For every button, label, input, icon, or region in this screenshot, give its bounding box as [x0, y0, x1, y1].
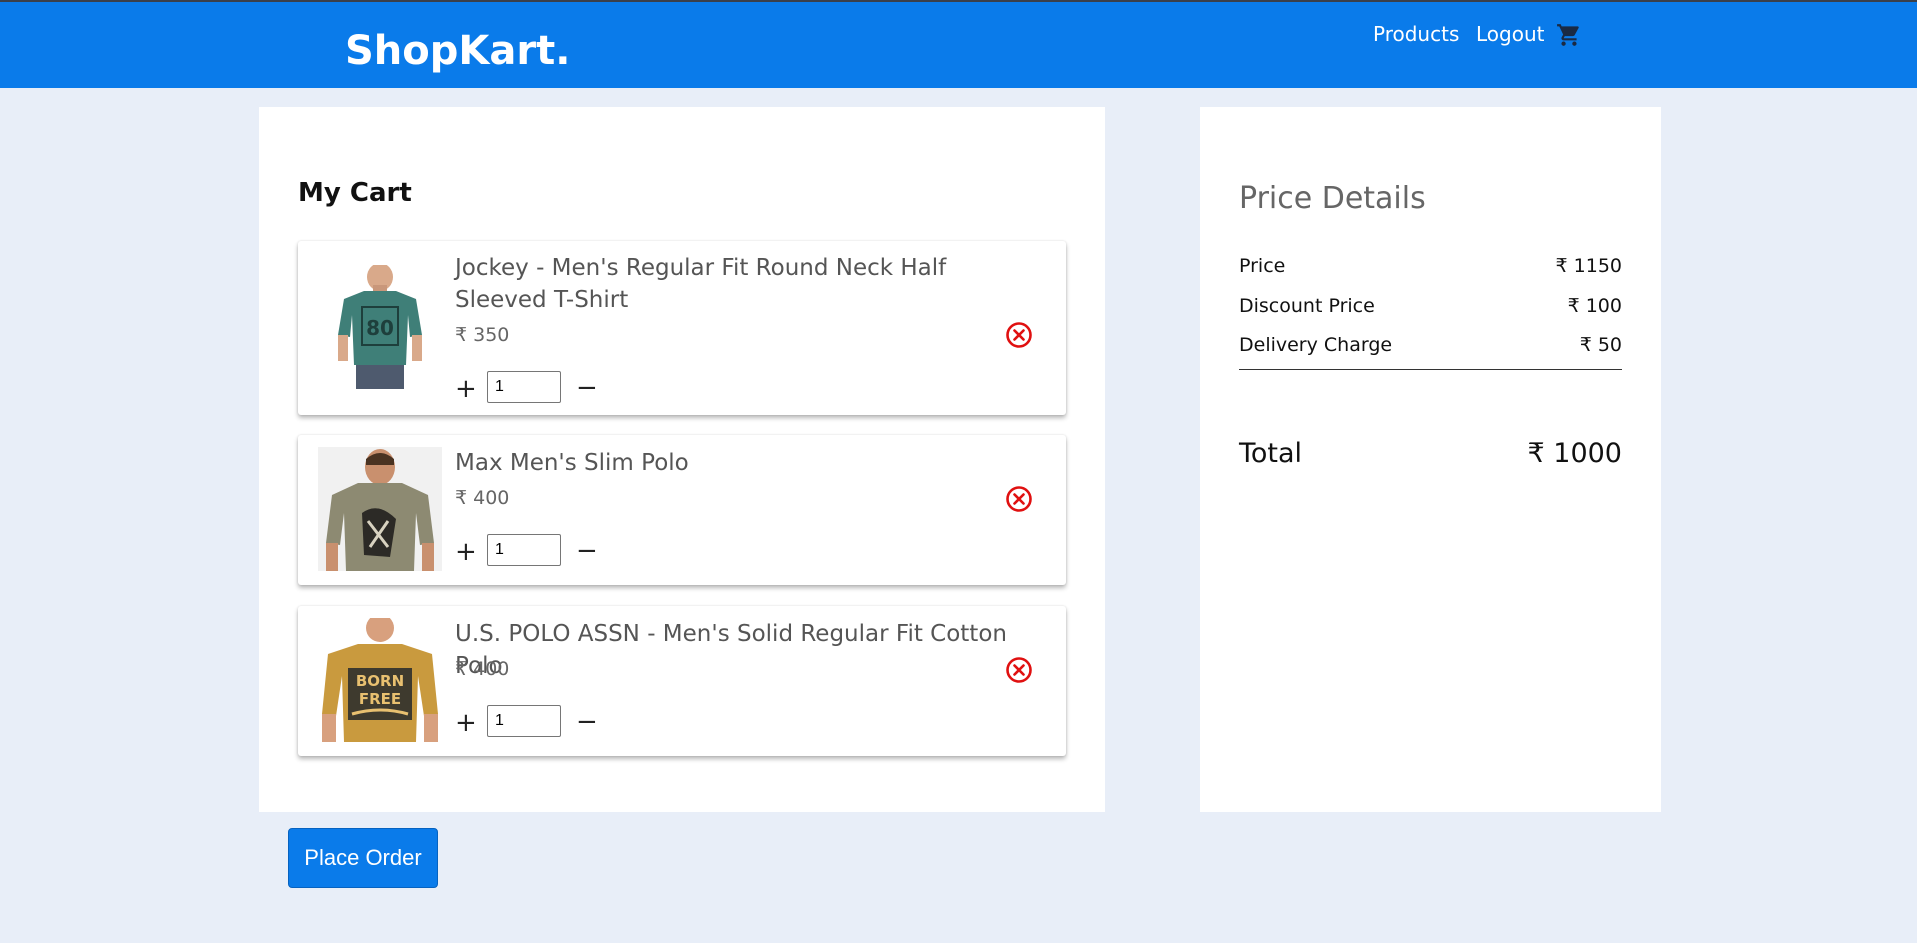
cart-panel: My Cart 80 Jockey - Men's Regular Fit Ro… [259, 107, 1105, 812]
price-details-title: Price Details [1239, 181, 1426, 216]
decrease-quantity-button[interactable]: − [576, 538, 598, 564]
cart-item: 80 Jockey - Men's Regular Fit Round Neck… [298, 241, 1066, 415]
remove-circle-x-icon[interactable] [1005, 656, 1033, 684]
brand-logo[interactable]: ShopKart. [345, 28, 570, 74]
quantity-input[interactable] [487, 534, 561, 566]
item-price: ₹ 400 [455, 658, 510, 680]
nav-products-link[interactable]: Products [1373, 22, 1459, 46]
discount-label: Discount Price [1239, 295, 1375, 317]
increase-quantity-button[interactable]: + [455, 539, 477, 565]
decrease-quantity-button[interactable]: − [576, 375, 598, 401]
nav-logout-link[interactable]: Logout [1476, 22, 1544, 46]
decrease-quantity-button[interactable]: − [576, 709, 598, 735]
price-divider [1239, 369, 1622, 370]
item-price: ₹ 400 [455, 487, 510, 509]
cart-item: BORN FREE U.S. POLO ASSN - Men's Solid R… [298, 606, 1066, 756]
price-label: Price [1239, 255, 1286, 277]
quantity-input[interactable] [487, 371, 561, 403]
delivery-row: Delivery Charge ₹ 50 [1239, 334, 1622, 356]
item-price: ₹ 350 [455, 324, 510, 346]
quantity-input[interactable] [487, 705, 561, 737]
navbar: ShopKart. Products Logout [0, 2, 1917, 88]
remove-circle-x-icon[interactable] [1005, 485, 1033, 513]
discount-value: ₹ 100 [1567, 295, 1622, 317]
cart-item: Max Men's Slim Polo ₹ 400 + − [298, 435, 1066, 585]
shopping-cart-icon[interactable] [1556, 22, 1582, 48]
price-value: ₹ 1150 [1555, 255, 1622, 277]
delivery-value: ₹ 50 [1579, 334, 1622, 356]
teal-tshirt-image: 80 [318, 265, 442, 389]
remove-circle-x-icon[interactable] [1005, 321, 1033, 349]
price-details-panel: Price Details Price ₹ 1150 Discount Pric… [1200, 107, 1661, 812]
total-label: Total [1239, 438, 1303, 469]
svg-text:80: 80 [366, 316, 394, 340]
item-name: Jockey - Men's Regular Fit Round Neck Ha… [455, 255, 947, 313]
mustard-tshirt-image: BORN FREE [318, 618, 442, 742]
increase-quantity-button[interactable]: + [455, 376, 477, 402]
svg-text:FREE: FREE [359, 690, 401, 708]
price-row: Price ₹ 1150 [1239, 255, 1622, 277]
item-name: U.S. POLO ASSN - Men's Solid Regular Fit… [455, 621, 1007, 679]
increase-quantity-button[interactable]: + [455, 710, 477, 736]
place-order-button[interactable]: Place Order [288, 828, 438, 888]
delivery-label: Delivery Charge [1239, 334, 1393, 356]
item-name: Max Men's Slim Polo [455, 450, 689, 476]
discount-row: Discount Price ₹ 100 [1239, 295, 1622, 317]
cart-title: My Cart [298, 178, 412, 208]
total-value: ₹ 1000 [1527, 438, 1622, 469]
total-row: Total ₹ 1000 [1239, 438, 1622, 469]
svg-text:BORN: BORN [356, 672, 404, 690]
olive-tshirt-image [318, 447, 442, 571]
